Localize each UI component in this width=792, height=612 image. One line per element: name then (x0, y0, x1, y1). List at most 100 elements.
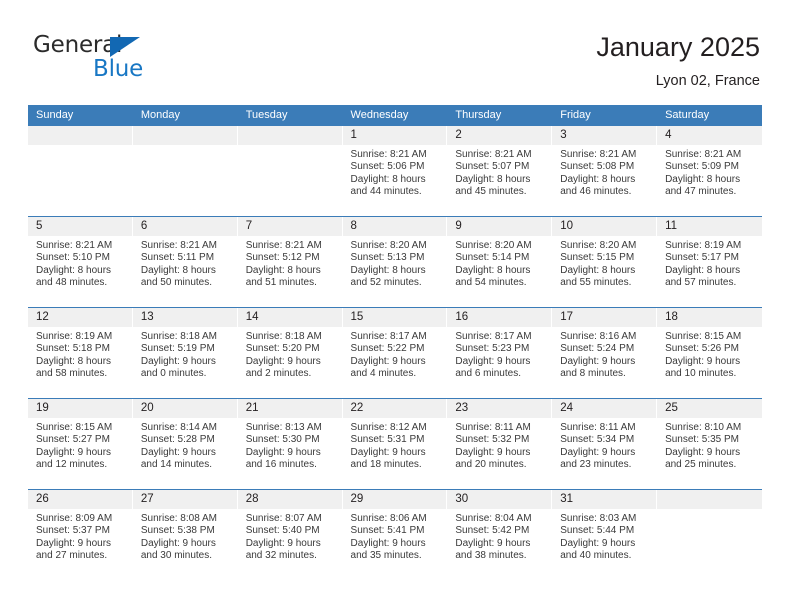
daylight-text-line1: Daylight: 9 hours (245, 446, 321, 458)
day-details: Sunrise: 8:06 AM Sunset: 5:41 PM Daylight:… (343, 509, 448, 563)
sunset-text: Sunset: 5:28 PM (140, 434, 215, 446)
day-cell-25[interactable]: 25 Sunrise: 8:10 AM Sunset: 5:35 PM Dayligh… (657, 399, 762, 489)
page-title: January 2025 (596, 32, 760, 62)
day-number: 31 (560, 493, 574, 505)
daylight-text-line1: Daylight: 8 hours (350, 264, 426, 276)
sunset-text: Sunset: 5:40 PM (245, 525, 320, 537)
day-details: Sunrise: 8:21 AM Sunset: 5:09 PM Daylight:… (657, 145, 762, 199)
calendar-weeks: 1 Sunrise: 8:21 AM Sunset: 5:06 PM Daylight… (28, 126, 762, 580)
weekday-header-saturday: Saturday (665, 109, 710, 121)
sunset-text: Sunset: 5:37 PM (36, 525, 110, 537)
day-cell-9[interactable]: 9 Sunrise: 8:20 AM Sunset: 5:14 PM Daylight… (447, 217, 553, 307)
day-details: Sunrise: 8:04 AM Sunset: 5:42 PM Daylight:… (447, 509, 552, 563)
day-cell-21[interactable]: 21 Sunrise: 8:13 AM Sunset: 5:30 PM Dayligh… (237, 399, 343, 489)
sunset-text: Sunset: 5:19 PM (140, 343, 215, 355)
week-row: 19 Sunrise: 8:15 AM Sunset: 5:27 PM Dayligh… (28, 398, 762, 489)
daylight-text-line1: Daylight: 9 hours (455, 537, 531, 549)
day-number: 20 (140, 402, 154, 414)
sunrise-text: Sunrise: 8:06 AM (350, 513, 427, 524)
day-cell-5[interactable]: 5 Sunrise: 8:21 AM Sunset: 5:10 PM Daylight… (28, 217, 133, 307)
day-number: 22 (350, 402, 364, 414)
daylight-text-line2: and 12 minutes. (36, 459, 108, 471)
sunrise-text: Sunrise: 8:15 AM (665, 331, 742, 342)
day-details: Sunrise: 8:15 AM Sunset: 5:26 PM Daylight:… (657, 327, 762, 381)
day-details: Sunrise: 8:15 AM Sunset: 5:27 PM Daylight:… (28, 418, 133, 472)
day-details (657, 509, 762, 513)
day-cell-18[interactable]: 18 Sunrise: 8:15 AM Sunset: 5:26 PM Dayligh… (657, 308, 762, 398)
week-row: 26 Sunrise: 8:09 AM Sunset: 5:37 PM Dayligh… (28, 489, 762, 580)
day-number-strip: 10 (552, 217, 658, 236)
day-cell-29[interactable]: 29 Sunrise: 8:06 AM Sunset: 5:41 PM Dayligh… (342, 490, 448, 580)
day-number: 11 (665, 220, 678, 232)
sunset-text: Sunset: 5:15 PM (560, 252, 635, 264)
day-number: 21 (245, 402, 259, 414)
day-cell-17[interactable]: 17 Sunrise: 8:16 AM Sunset: 5:24 PM Dayligh… (552, 308, 658, 398)
day-cell-15[interactable]: 15 Sunrise: 8:17 AM Sunset: 5:22 PM Dayligh… (342, 308, 448, 398)
day-number-strip: 26 (28, 490, 133, 509)
day-cell-26[interactable]: 26 Sunrise: 8:09 AM Sunset: 5:37 PM Dayligh… (28, 490, 133, 580)
day-cell-2[interactable]: 2 Sunrise: 8:21 AM Sunset: 5:07 PM Daylight… (447, 126, 553, 216)
day-cell-20[interactable]: 20 Sunrise: 8:14 AM Sunset: 5:28 PM Dayligh… (132, 399, 238, 489)
day-number-strip: 1 (342, 126, 448, 145)
daylight-text-line1: Daylight: 9 hours (350, 537, 426, 549)
day-number: 26 (36, 493, 49, 505)
daylight-text-line2: and 14 minutes. (140, 459, 213, 471)
day-cell-1[interactable]: 1 Sunrise: 8:21 AM Sunset: 5:06 PM Daylight… (342, 126, 448, 216)
day-cell-3[interactable]: 3 Sunrise: 8:21 AM Sunset: 5:08 PM Daylight… (552, 126, 658, 216)
day-cell-27[interactable]: 27 Sunrise: 8:08 AM Sunset: 5:38 PM Dayligh… (132, 490, 238, 580)
day-cell-28[interactable]: 28 Sunrise: 8:07 AM Sunset: 5:40 PM Dayligh… (237, 490, 343, 580)
sunrise-text: Sunrise: 8:11 AM (560, 422, 636, 433)
day-cell-12[interactable]: 12 Sunrise: 8:19 AM Sunset: 5:18 PM Dayligh… (28, 308, 133, 398)
day-details (238, 145, 343, 149)
sunset-text: Sunset: 5:17 PM (665, 252, 739, 264)
day-number-strip: 9 (447, 217, 553, 236)
day-cell-16[interactable]: 16 Sunrise: 8:17 AM Sunset: 5:23 PM Dayligh… (447, 308, 553, 398)
daylight-text-line1: Daylight: 9 hours (665, 446, 741, 458)
day-cell-23[interactable]: 23 Sunrise: 8:11 AM Sunset: 5:32 PM Dayligh… (447, 399, 553, 489)
day-cell-13[interactable]: 13 Sunrise: 8:18 AM Sunset: 5:19 PM Dayligh… (132, 308, 238, 398)
day-cell-14[interactable]: 14 Sunrise: 8:18 AM Sunset: 5:20 PM Dayligh… (237, 308, 343, 398)
day-cell-10[interactable]: 10 Sunrise: 8:20 AM Sunset: 5:15 PM Dayligh… (552, 217, 658, 307)
day-cell-empty (132, 126, 238, 216)
sunset-text: Sunset: 5:26 PM (665, 343, 739, 355)
sunset-text: Sunset: 5:41 PM (350, 525, 425, 537)
day-number-strip: 25 (657, 399, 762, 418)
day-number-strip: 18 (657, 308, 762, 327)
day-number: 1 (350, 129, 357, 141)
sunset-text: Sunset: 5:18 PM (36, 343, 110, 355)
day-cell-empty (657, 490, 762, 580)
day-number: 5 (36, 220, 43, 232)
day-details: Sunrise: 8:18 AM Sunset: 5:19 PM Daylight:… (133, 327, 238, 381)
day-cell-11[interactable]: 11 Sunrise: 8:19 AM Sunset: 5:17 PM Dayligh… (657, 217, 762, 307)
day-number-strip (132, 126, 238, 145)
sunset-text: Sunset: 5:08 PM (560, 161, 635, 173)
day-cell-30[interactable]: 30 Sunrise: 8:04 AM Sunset: 5:42 PM Dayligh… (447, 490, 553, 580)
day-cell-31[interactable]: 31 Sunrise: 8:03 AM Sunset: 5:44 PM Dayligh… (552, 490, 658, 580)
day-cell-8[interactable]: 8 Sunrise: 8:20 AM Sunset: 5:13 PM Daylight… (342, 217, 448, 307)
week-row: 5 Sunrise: 8:21 AM Sunset: 5:10 PM Daylight… (28, 216, 762, 307)
day-details: Sunrise: 8:20 AM Sunset: 5:14 PM Daylight:… (447, 236, 552, 290)
sunrise-text: Sunrise: 8:21 AM (140, 240, 217, 251)
day-number-strip: 19 (28, 399, 133, 418)
week-row: 1 Sunrise: 8:21 AM Sunset: 5:06 PM Daylight… (28, 126, 762, 216)
day-number: 25 (665, 402, 678, 414)
day-number-strip: 20 (132, 399, 238, 418)
daylight-text-line2: and 30 minutes. (140, 550, 213, 562)
day-cell-4[interactable]: 4 Sunrise: 8:21 AM Sunset: 5:09 PM Daylight… (657, 126, 762, 216)
sunset-text: Sunset: 5:13 PM (350, 252, 425, 264)
daylight-text-line1: Daylight: 9 hours (140, 355, 216, 367)
day-number-strip: 2 (447, 126, 553, 145)
daylight-text-line1: Daylight: 8 hours (665, 173, 741, 185)
daylight-text-line2: and 57 minutes. (665, 277, 737, 289)
daylight-text-line2: and 25 minutes. (665, 459, 737, 471)
sunset-text: Sunset: 5:20 PM (245, 343, 320, 355)
day-cell-6[interactable]: 6 Sunrise: 8:21 AM Sunset: 5:11 PM Daylight… (132, 217, 238, 307)
day-number: 14 (245, 311, 259, 323)
day-cell-22[interactable]: 22 Sunrise: 8:12 AM Sunset: 5:31 PM Dayligh… (342, 399, 448, 489)
sunrise-text: Sunrise: 8:20 AM (560, 240, 637, 251)
day-cell-24[interactable]: 24 Sunrise: 8:11 AM Sunset: 5:34 PM Dayligh… (552, 399, 658, 489)
sunset-text: Sunset: 5:10 PM (36, 252, 110, 264)
day-cell-19[interactable]: 19 Sunrise: 8:15 AM Sunset: 5:27 PM Dayligh… (28, 399, 133, 489)
day-cell-7[interactable]: 7 Sunrise: 8:21 AM Sunset: 5:12 PM Daylight… (237, 217, 343, 307)
day-number-strip: 29 (342, 490, 448, 509)
